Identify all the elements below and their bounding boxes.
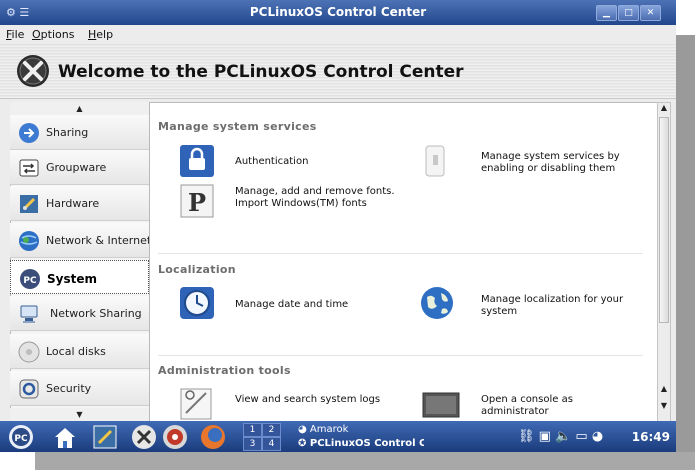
sidebar-item-system[interactable]: PC System [10,260,149,294]
window-shadow-right [675,35,695,455]
control-center-window: ⚙ ☰ PCLinuxOS Control Center ▁ □ ✕ File … [0,0,676,452]
disc-icon[interactable] [162,424,188,450]
minimize-button[interactable]: ▁ [596,5,617,21]
sidebar-item-network-sharing[interactable]: Network Sharing [10,296,149,331]
network-sharing-icon [20,305,38,323]
sidebar-scroll-down[interactable]: ▼ [10,408,149,421]
taskbar: PC 1 2 3 4 ◕ Amarok ✪ PCLinuxOS Control … [0,421,676,452]
scrollbar-thumb[interactable] [659,117,669,323]
volume-tray-icon[interactable]: 🔈 [555,429,571,444]
svg-text:P: P [188,188,206,217]
sidebar-item-label: Hardware [46,197,100,210]
section-separator [158,253,643,254]
sidebar-item-label: Network & Internet [46,234,152,247]
content-scrollbar[interactable]: ▲ ▲ ▼ [657,102,671,423]
sidebar-item-local-disks[interactable]: Local disks [10,334,149,369]
pager-desktop-1[interactable]: 1 [243,423,262,437]
sidebar-item-label: System [47,272,97,286]
hardware-icon [20,195,38,213]
pager-desktop-3[interactable]: 3 [243,437,262,451]
item-date-time[interactable]: Manage date and time [235,299,405,311]
task-amarok[interactable]: ◕ Amarok [298,424,348,435]
sidebar-item-network-internet[interactable]: Network & Internet [10,223,152,258]
item-system-logs[interactable]: View and search system logs [235,394,395,406]
menu-file[interactable]: File [6,28,24,41]
item-admin-console[interactable]: Open a console as administrator [481,394,631,418]
page-title: Welcome to the PCLinuxOS Control Center [58,62,464,82]
clock[interactable]: 16:49 [632,430,670,444]
close-button[interactable]: ✕ [640,5,661,21]
sidebar-item-label: Network Sharing [50,307,142,320]
item-authentication[interactable]: Authentication [235,156,405,168]
section-title-admin: Administration tools [158,364,291,377]
sidebar-item-label: Sharing [46,126,89,139]
scroll-down-icon[interactable]: ▼ [658,401,670,410]
home-icon[interactable] [52,424,78,450]
section-title-manage: Manage system services [158,120,317,133]
services-icon[interactable] [418,143,456,179]
sidebar-item-label: Groupware [46,161,107,174]
task-control-center[interactable]: ✪ PCLinuxOS Control Cen [298,438,424,449]
authentication-icon[interactable] [178,143,216,179]
sidebar-item-label: Local disks [46,345,106,358]
local-disks-icon [18,341,40,363]
item-manage-fonts[interactable]: Manage, add and remove fonts. Import Win… [235,186,395,210]
pclinuxos-menu-icon[interactable]: PC [8,424,34,450]
title-bar[interactable]: ⚙ ☰ PCLinuxOS Control Center ▁ □ ✕ [0,0,676,25]
firefox-icon[interactable] [200,424,226,450]
globe-icon[interactable] [418,285,456,321]
svg-text:PC: PC [23,276,37,286]
sidebar-item-hardware[interactable]: Hardware [10,186,149,221]
security-icon [19,379,39,399]
maximize-button[interactable]: □ [618,5,639,21]
pager-desktop-4[interactable]: 4 [262,437,281,451]
system-tray: ⛓ ▣ 🔈 ▭ ◕ [518,429,603,444]
sidebar-item-label: Security [46,382,92,395]
sidebar-item-groupware[interactable]: Groupware [10,150,149,185]
sidebar-scroll-up[interactable]: ▲ [10,102,149,115]
item-manage-services[interactable]: Manage system services by enabling or di… [481,151,651,175]
sidebar-item-security[interactable]: Security [10,371,149,406]
settings-icon[interactable] [92,424,118,450]
console-icon[interactable] [422,387,460,423]
section-title-localization: Localization [158,263,236,276]
fonts-icon[interactable]: P [178,183,216,219]
groupware-icon [19,159,39,177]
control-center-icon [17,55,49,87]
pager-desktop-2[interactable]: 2 [262,423,281,437]
sharing-icon [19,123,39,143]
window-title: PCLinuxOS Control Center [249,5,427,19]
control-center-task-icon: ✪ [298,438,310,449]
welcome-header: Welcome to the PCLinuxOS Control Center [0,44,676,99]
amarok-icon: ◕ [298,424,310,435]
sidebar-item-sharing[interactable]: Sharing [10,115,149,150]
content-panel: Manage system services Authentication Ma… [149,102,659,423]
update-tray-icon[interactable]: ◕ [592,429,603,444]
menu-options[interactable]: Options [32,28,74,41]
network-tray-icon[interactable]: ⛓ [518,429,535,444]
menu-bar: File Options Help [0,25,676,44]
svg-text:PC: PC [14,434,28,444]
clipboard-tray-icon[interactable]: ▣ [539,429,551,444]
logs-icon[interactable] [178,385,216,421]
scroll-up-icon[interactable]: ▲ [658,384,670,393]
system-icon: PC [20,269,40,289]
menu-help[interactable]: Help [88,28,113,41]
display-tray-icon[interactable]: ▭ [575,429,587,444]
control-center-launcher-icon[interactable] [131,424,157,450]
item-localization[interactable]: Manage localization for your system [481,294,631,318]
network-icon [19,231,39,251]
section-separator [158,355,643,356]
window-shadow-bottom [35,452,695,470]
scroll-up-icon[interactable]: ▲ [658,103,670,112]
clock-icon[interactable] [178,285,216,321]
